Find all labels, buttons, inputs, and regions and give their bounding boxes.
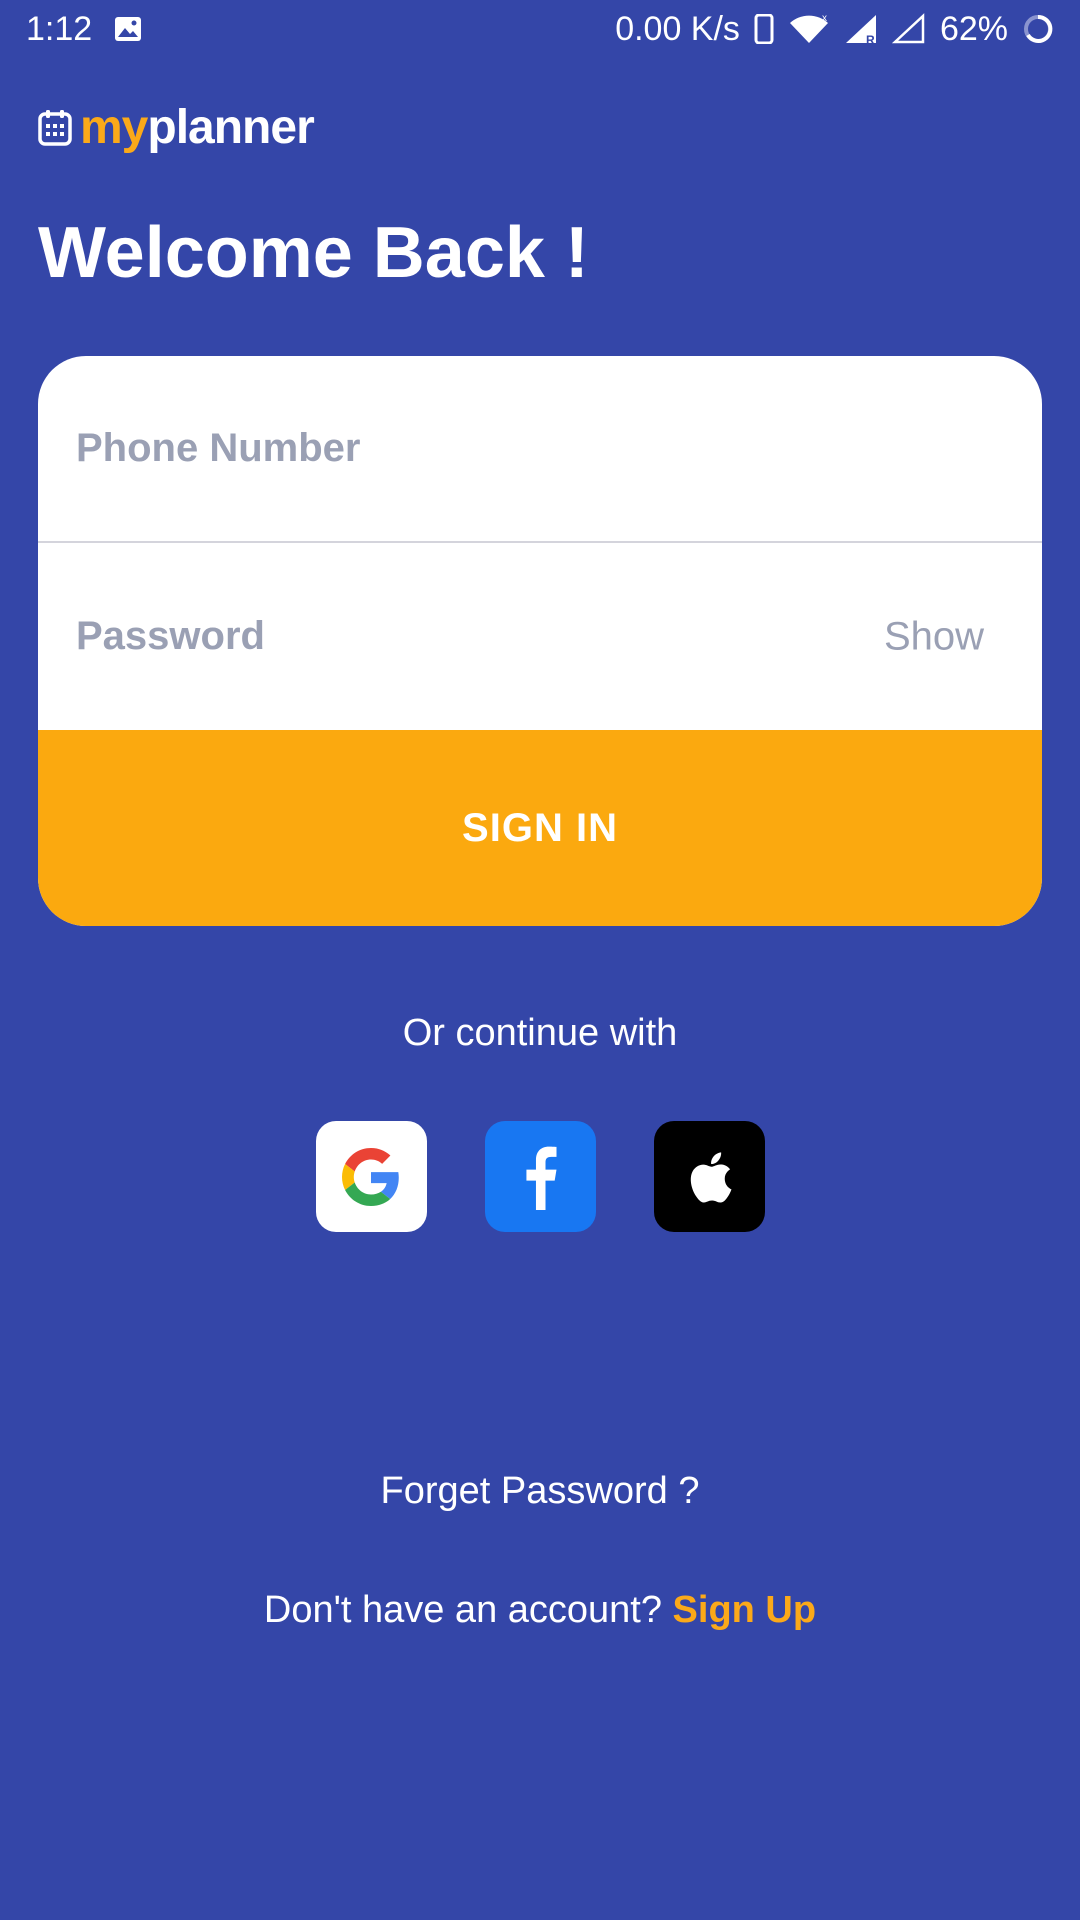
battery-ring-icon bbox=[1022, 13, 1054, 45]
status-right: 0.00 K/s x R 62% bbox=[615, 10, 1054, 49]
forgot-password-link[interactable]: Forget Password ? bbox=[0, 1470, 1080, 1513]
facebook-icon bbox=[526, 1146, 557, 1210]
or-continue-label: Or continue with bbox=[402, 1012, 678, 1054]
facebook-login-button[interactable] bbox=[484, 1121, 596, 1232]
status-bar: 1:12 0.00 K/s x R 62% bbox=[0, 0, 1080, 58]
image-icon bbox=[114, 16, 142, 42]
phone-number-input[interactable] bbox=[76, 426, 1004, 471]
page-title: Welcome Back ! bbox=[38, 213, 589, 293]
sign-in-button[interactable]: SIGN IN bbox=[38, 730, 1042, 926]
password-field-container: Show bbox=[38, 543, 1042, 730]
google-login-button[interactable] bbox=[315, 1121, 427, 1232]
status-left: 1:12 bbox=[26, 10, 142, 49]
wifi-icon: x bbox=[788, 13, 830, 45]
calendar-icon bbox=[38, 109, 72, 147]
app-logo: myplanner bbox=[38, 100, 315, 155]
google-icon bbox=[342, 1147, 399, 1206]
signal-icon: R bbox=[844, 13, 878, 45]
svg-text:R: R bbox=[866, 33, 875, 45]
phone-field-container bbox=[38, 356, 1042, 543]
no-account-text: Don't have an account? bbox=[263, 1589, 673, 1631]
status-time: 1:12 bbox=[26, 9, 93, 48]
logo-planner: planner bbox=[147, 101, 314, 154]
battery-percent: 62% bbox=[939, 9, 1008, 48]
apple-icon bbox=[690, 1151, 732, 1203]
signup-prompt: Don't have an account? Sign Up bbox=[0, 1589, 1080, 1632]
social-login-row bbox=[0, 1121, 1080, 1232]
svg-text:x: x bbox=[822, 13, 827, 24]
show-password-toggle[interactable]: Show bbox=[884, 614, 984, 659]
net-speed: 0.00 K/s bbox=[615, 9, 740, 48]
login-card: Show SIGN IN bbox=[38, 356, 1042, 926]
password-input[interactable] bbox=[76, 614, 1004, 659]
sign-up-link[interactable]: Sign Up bbox=[673, 1589, 817, 1631]
apple-login-button[interactable] bbox=[653, 1121, 765, 1232]
logo-my: my bbox=[80, 101, 148, 154]
signal-empty-icon bbox=[891, 13, 926, 45]
logo-wordmark: myplanner bbox=[80, 100, 315, 155]
phone-icon bbox=[754, 14, 774, 44]
